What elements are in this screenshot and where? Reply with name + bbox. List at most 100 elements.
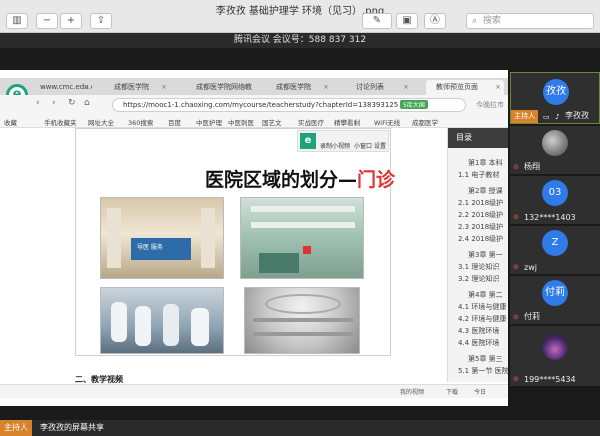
share-icon[interactable]: ⇪: [90, 13, 112, 29]
toc-item[interactable]: 4.4 医院环境: [458, 338, 499, 348]
search-input[interactable]: ⌕ 搜索: [466, 13, 594, 29]
floor-rail: [253, 318, 353, 322]
bookmark-item[interactable]: 成都医学: [412, 117, 438, 127]
red-sign: [303, 246, 311, 254]
toc-chapter[interactable]: 第5章 第三: [468, 354, 503, 364]
slide-title-accent: 门诊: [357, 169, 396, 191]
toc-item[interactable]: 2.1 2018级护: [458, 198, 503, 208]
video-mini-toolbar: e 录制小视频 小窗口 设置: [297, 130, 389, 152]
close-icon[interactable]: ×: [83, 80, 89, 95]
download-button[interactable]: 下载: [446, 387, 458, 396]
address-row: ‹ › ↻ ⌂ https://mooc1-1.chaoxing.com/myc…: [0, 95, 508, 114]
toc-item[interactable]: 2.4 2018级护: [458, 234, 503, 244]
bookmark-item[interactable]: 中医护理: [196, 117, 222, 127]
toc-item[interactable]: 2.2 2018级护: [458, 210, 503, 220]
toc-chapter[interactable]: 第1章 本科: [468, 158, 503, 168]
reload-icon[interactable]: ↻: [68, 98, 76, 108]
hospital-atrium-photo: [240, 197, 364, 279]
bookmark-item[interactable]: 百度: [168, 117, 181, 127]
toc-chapter[interactable]: 第3章 第一: [468, 250, 503, 260]
annotate-icon[interactable]: Ⓐ: [424, 13, 446, 29]
close-icon[interactable]: ×: [403, 80, 409, 95]
toolbox-icon[interactable]: ▣: [396, 13, 418, 29]
toc-item[interactable]: 4.1 环境与健康: [458, 302, 506, 312]
participant-name: 李孜孜: [565, 111, 589, 120]
balcony: [251, 222, 355, 228]
nurse-figure: [163, 304, 179, 346]
pen-icon[interactable]: ✎: [362, 13, 392, 29]
toc-chapter[interactable]: 第4章 第二: [468, 290, 503, 300]
browser-tab[interactable]: 成都医学院 ×: [104, 80, 170, 95]
crowd: [259, 253, 299, 273]
zoom-out-icon[interactable]: −: [36, 13, 58, 29]
browser-tab-active[interactable]: 教师预览页面 ×: [426, 80, 504, 95]
record-video-button[interactable]: 录制小视频: [320, 141, 350, 150]
toc-item[interactable]: 2.3 2018级护: [458, 222, 503, 232]
toc-panel: 目录 第1章 本科 1.1 电子教材 第2章 授课 2.1 2018级护 2.2…: [447, 128, 509, 382]
floor-rail: [253, 332, 353, 336]
bookmark-item[interactable]: WiFi无线: [374, 117, 400, 127]
bookmark-item[interactable]: 网址大全: [88, 117, 114, 127]
home-icon[interactable]: ⌂: [84, 98, 90, 108]
bookmark-item[interactable]: 国艺文: [262, 117, 282, 127]
hospital-interior-photo: [244, 287, 360, 354]
window-toolbar: 李孜孜 基础护理学 环境（见习）.png ▥ − + ⇪ ✎ ▣ Ⓐ ⌕ 搜索: [0, 0, 600, 33]
participant-name: 132****1403: [524, 213, 576, 222]
screen-share-icon: ▭: [543, 113, 550, 121]
bookmark-item[interactable]: 手机收藏夹: [44, 117, 77, 127]
close-icon[interactable]: ×: [243, 80, 249, 95]
browser-tab-strip: www.cmc.edu.cn× 成都医学院× 成都医学院网络教× 成都医学院× …: [0, 78, 508, 95]
toc-item[interactable]: 3.2 理论知识: [458, 274, 499, 284]
bookmark-item[interactable]: 收藏: [4, 117, 17, 127]
url-badge[interactable]: 5库大国: [400, 100, 428, 109]
mic-icon: ♪: [555, 113, 560, 121]
browser-status-bar: 我的视频 下载 今日: [0, 384, 508, 398]
browser-tab[interactable]: 成都医学院网络教 ×: [186, 80, 252, 95]
bookmark-item[interactable]: 中医刺医: [228, 117, 254, 127]
participant-tile[interactable]: ⊘ 杨翔: [510, 126, 600, 174]
avatar: [542, 334, 568, 360]
nurse-figure: [191, 308, 209, 346]
mic-muted-icon: ⊘: [513, 375, 519, 383]
avatar: 付莉: [542, 280, 568, 306]
slide-title-main: 医院区域的划分—: [204, 169, 357, 191]
bookmark-item[interactable]: 实战医疗: [298, 117, 324, 127]
participant-tile[interactable]: 03 ⊘ 132****1403: [510, 176, 600, 224]
browser-tab[interactable]: 讨论列表 ×: [346, 80, 412, 95]
reception-sign: 导医 服务: [137, 244, 163, 251]
close-icon[interactable]: ×: [495, 80, 501, 95]
avatar: Z: [542, 230, 568, 256]
toc-chapter[interactable]: 第2章 授课: [468, 186, 503, 196]
host-badge: 主持人: [0, 420, 32, 436]
search-hint[interactable]: 今晚拉市: [476, 100, 504, 110]
zoom-in-icon[interactable]: +: [60, 13, 82, 29]
toc-item[interactable]: 4.3 医院环境: [458, 326, 499, 336]
close-icon[interactable]: ×: [323, 80, 329, 95]
avatar: 03: [542, 180, 568, 206]
settings-button[interactable]: 设置: [374, 141, 386, 150]
my-video-button[interactable]: 我的视频: [400, 387, 424, 396]
forward-icon[interactable]: ›: [52, 98, 56, 108]
participant-name: zwj: [524, 263, 537, 272]
toc-item[interactable]: 5.1 第一节 医院: [458, 366, 509, 376]
tab-label: 成都医学院: [276, 83, 311, 91]
participant-name: 杨翔: [524, 162, 540, 171]
close-icon[interactable]: ×: [161, 80, 167, 95]
today-button[interactable]: 今日: [474, 387, 486, 396]
participant-tile[interactable]: 付莉 ⊘ 付莉: [510, 276, 600, 324]
bookmark-item[interactable]: 360搜索: [128, 117, 153, 127]
participant-tile[interactable]: ⊘ 199****5434: [510, 326, 600, 386]
toc-item[interactable]: 4.2 环境与健康: [458, 314, 506, 324]
participant-tile[interactable]: Z ⊘ zwj: [510, 226, 600, 274]
back-icon[interactable]: ‹: [36, 98, 40, 108]
toc-item[interactable]: 3.1 理论知识: [458, 262, 499, 272]
sidebar-toggle-icon[interactable]: ▥: [6, 13, 28, 29]
toc-item[interactable]: 1.1 电子教材: [458, 170, 499, 180]
small-window-button[interactable]: 小窗口: [354, 141, 372, 150]
bookmark-item[interactable]: 精攀看剩: [334, 117, 360, 127]
browser-tab[interactable]: www.cmc.edu.cn×: [30, 80, 92, 95]
participant-tile[interactable]: 孜孜 主持人 ▭ ♪ 李孜孜: [510, 72, 600, 124]
avatar: [542, 130, 568, 156]
hospital-lobby-photo: 导医 服务: [100, 197, 224, 279]
browser-tab[interactable]: 成都医学院 ×: [266, 80, 332, 95]
